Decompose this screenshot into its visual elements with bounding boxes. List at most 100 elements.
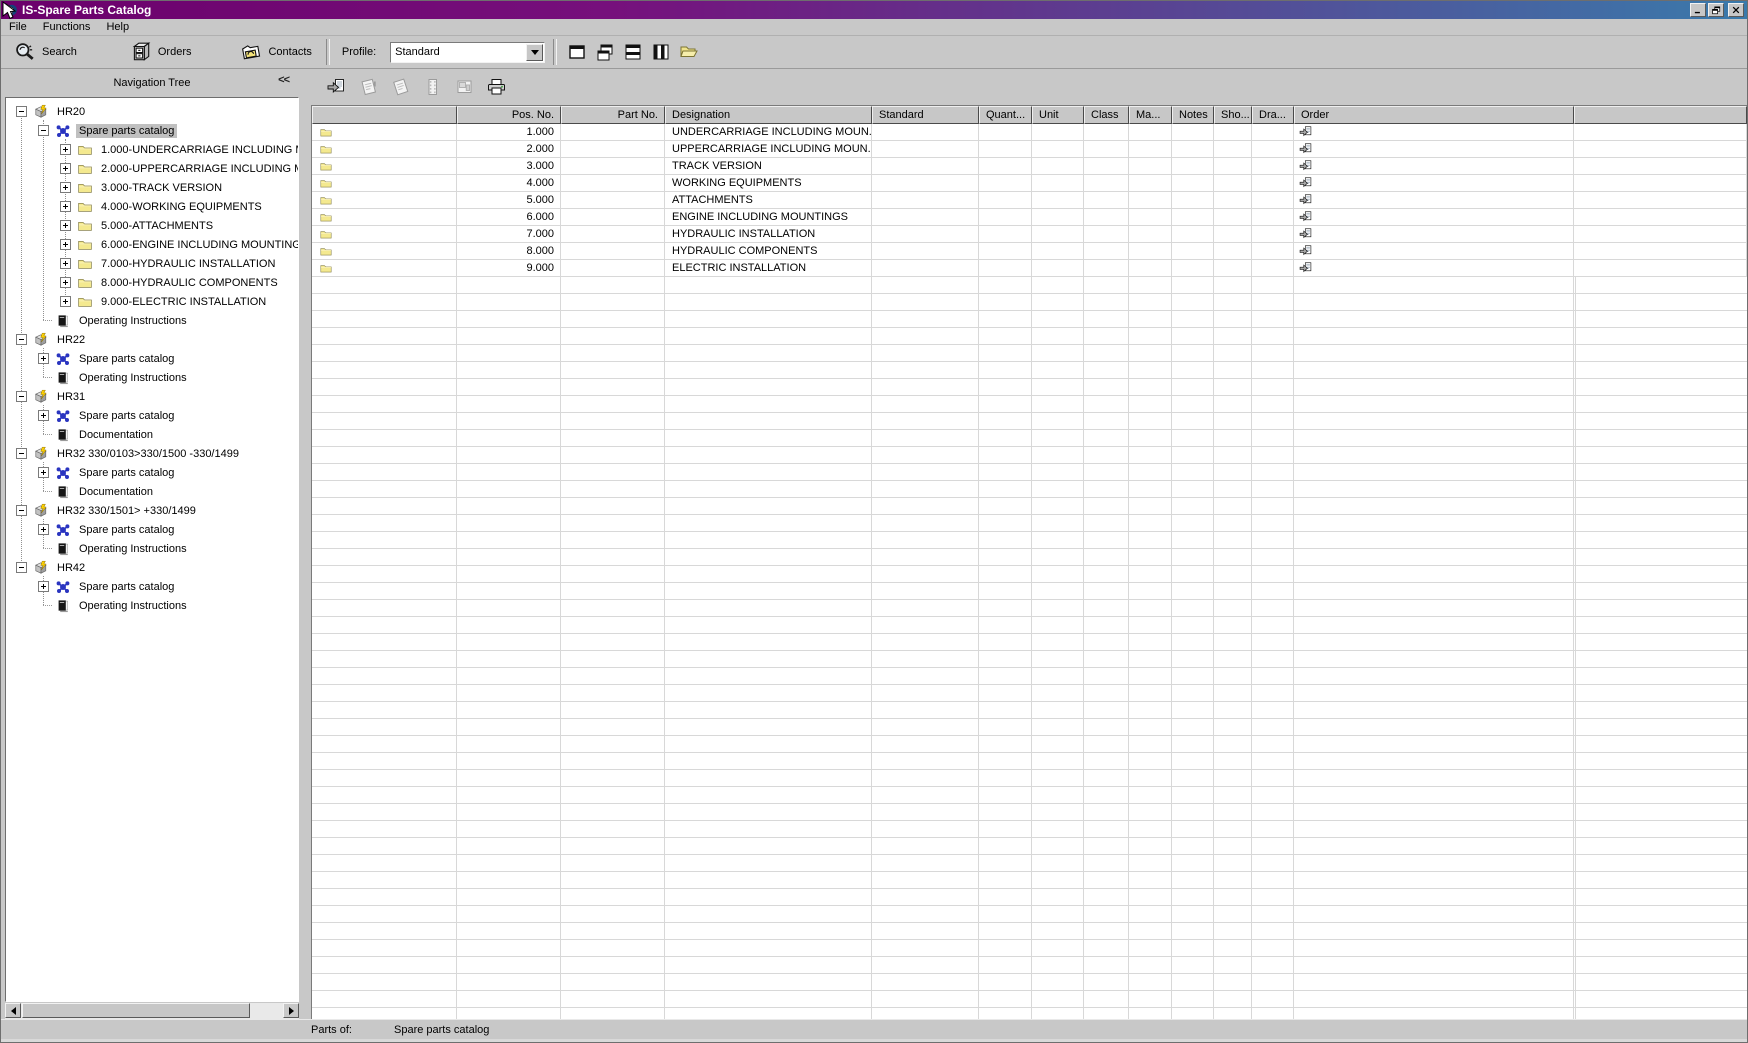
tree-node-hr22[interactable]: HR22 <box>6 330 298 349</box>
tree-node-folder[interactable]: 6.000-ENGINE INCLUDING MOUNTINGS <box>6 235 298 254</box>
tree-node-spare-parts-catalog[interactable]: Spare parts catalog <box>6 349 298 368</box>
tree-node-spare-parts-catalog[interactable]: Spare parts catalog <box>6 520 298 539</box>
tree-node-spare-parts-catalog[interactable]: Spare parts catalog <box>6 463 298 482</box>
table-row[interactable]: 1.000UNDERCARRIAGE INCLUDING MOUN... <box>312 124 1747 141</box>
tree-node-folder[interactable]: 9.000-ELECTRIC INSTALLATION <box>6 292 298 311</box>
tree-collapse-toggle[interactable] <box>16 448 27 459</box>
contacts-button[interactable]: Contacts <box>235 39 315 65</box>
column-header-ma[interactable]: Ma... <box>1129 106 1172 124</box>
print-button[interactable] <box>483 74 509 100</box>
cascade-windows-button[interactable] <box>591 39 619 65</box>
restore-button[interactable] <box>1708 3 1724 17</box>
tree-node-hr32-b[interactable]: HR32 330/1501> +330/1499 <box>6 501 298 520</box>
tree-node-documentation[interactable]: Documentation <box>6 425 298 444</box>
tree-node-hr42[interactable]: HR42 <box>6 558 298 577</box>
tree-expand-toggle[interactable] <box>38 581 49 592</box>
column-header-notes[interactable]: Notes <box>1172 106 1214 124</box>
table-row[interactable]: 3.000TRACK VERSION <box>312 158 1747 175</box>
tree-node-label[interactable]: Operating Instructions <box>76 371 190 385</box>
image-button[interactable] <box>451 74 477 100</box>
tree-node-label[interactable]: Operating Instructions <box>76 599 190 613</box>
menu-functions[interactable]: Functions <box>35 20 99 34</box>
add-to-order-icon[interactable] <box>1298 159 1314 173</box>
tree-node-hr20[interactable]: HR20 <box>6 102 298 121</box>
tree-node-label[interactable]: 1.000-UNDERCARRIAGE INCLUDING MO <box>98 143 299 157</box>
single-window-button[interactable] <box>563 39 591 65</box>
close-button[interactable] <box>1728 3 1744 17</box>
profile-select[interactable]: Standard <box>390 42 545 63</box>
split-horizontal-button[interactable] <box>619 39 647 65</box>
tree-node-hr31[interactable]: HR31 <box>6 387 298 406</box>
collapse-panel-button[interactable]: << <box>276 74 291 86</box>
tree-expand-toggle[interactable] <box>60 163 71 174</box>
tree-node-label[interactable]: HR32 330/1501> +330/1499 <box>54 504 199 518</box>
tree-node-folder[interactable]: 2.000-UPPERCARRIAGE INCLUDING MO <box>6 159 298 178</box>
tree-expand-toggle[interactable] <box>60 258 71 269</box>
tree-node-label[interactable]: 6.000-ENGINE INCLUDING MOUNTINGS <box>98 238 299 252</box>
table-row[interactable]: 8.000HYDRAULIC COMPONENTS <box>312 243 1747 260</box>
filmstrip-button[interactable] <box>419 74 445 100</box>
column-header-icon[interactable] <box>312 106 457 124</box>
search-button[interactable]: Search <box>9 39 81 65</box>
table-row[interactable]: 4.000WORKING EQUIPMENTS <box>312 175 1747 192</box>
tree-collapse-toggle[interactable] <box>38 125 49 136</box>
tree-node-label[interactable]: Operating Instructions <box>76 314 190 328</box>
add-to-order-icon[interactable] <box>1298 244 1314 258</box>
tree-node-label[interactable]: HR32 330/0103>330/1500 -330/1499 <box>54 447 242 461</box>
tree-node-operating-instructions[interactable]: Operating Instructions <box>6 539 298 558</box>
copy-document-button[interactable] <box>387 74 413 100</box>
column-header-order[interactable]: Order <box>1294 106 1574 124</box>
tree-expand-toggle[interactable] <box>38 524 49 535</box>
tree-node-folder[interactable]: 3.000-TRACK VERSION <box>6 178 298 197</box>
scrollbar-thumb[interactable] <box>22 1003 250 1018</box>
tree-expand-toggle[interactable] <box>38 467 49 478</box>
profile-dropdown-button[interactable] <box>526 44 543 61</box>
column-header-pos-no[interactable]: Pos. No. <box>457 106 561 124</box>
tree-node-hr32-a[interactable]: HR32 330/0103>330/1500 -330/1499 <box>6 444 298 463</box>
add-to-order-icon[interactable] <box>1298 227 1314 241</box>
tree-expand-toggle[interactable] <box>60 182 71 193</box>
tree-node-folder[interactable]: 7.000-HYDRAULIC INSTALLATION <box>6 254 298 273</box>
menu-file[interactable]: File <box>1 20 35 34</box>
tree-node-label[interactable]: 3.000-TRACK VERSION <box>98 181 225 195</box>
tree-node-folder[interactable]: 4.000-WORKING EQUIPMENTS <box>6 197 298 216</box>
scroll-left-button[interactable] <box>5 1003 21 1018</box>
column-header-quantity[interactable]: Quant... <box>979 106 1032 124</box>
tree-node-label[interactable]: HR31 <box>54 390 88 404</box>
tree-node-label[interactable]: 8.000-HYDRAULIC COMPONENTS <box>98 276 281 290</box>
tree-node-label[interactable]: Spare parts catalog <box>76 580 177 594</box>
add-to-order-button[interactable] <box>323 74 349 100</box>
tree-collapse-toggle[interactable] <box>16 106 27 117</box>
tree-collapse-toggle[interactable] <box>16 562 27 573</box>
column-header-standard[interactable]: Standard <box>872 106 979 124</box>
tree-node-label[interactable]: Operating Instructions <box>76 542 190 556</box>
add-to-order-icon[interactable] <box>1298 142 1314 156</box>
minimize-button[interactable] <box>1690 3 1706 17</box>
panel-splitter[interactable] <box>303 69 311 1019</box>
tree-node-label[interactable]: 4.000-WORKING EQUIPMENTS <box>98 200 265 214</box>
tree-node-label[interactable]: 9.000-ELECTRIC INSTALLATION <box>98 295 269 309</box>
orders-button[interactable]: Orders <box>125 39 196 65</box>
tree-node-label[interactable]: HR20 <box>54 105 88 119</box>
tree-node-label[interactable]: Documentation <box>76 485 156 499</box>
tree-node-operating-instructions[interactable]: Operating Instructions <box>6 596 298 615</box>
table-row[interactable]: 6.000ENGINE INCLUDING MOUNTINGS <box>312 209 1747 226</box>
tree-node-label[interactable]: Spare parts catalog <box>76 409 177 423</box>
tree-view[interactable]: HR20 Spare parts catalog 1.000-UNDERCARR… <box>5 97 299 1002</box>
column-header-sho[interactable]: Sho... <box>1214 106 1252 124</box>
tree-expand-toggle[interactable] <box>60 220 71 231</box>
notes-document-button[interactable] <box>355 74 381 100</box>
tree-node-label[interactable]: 7.000-HYDRAULIC INSTALLATION <box>98 257 278 271</box>
tree-expand-toggle[interactable] <box>38 410 49 421</box>
column-header-designation[interactable]: Designation <box>665 106 872 124</box>
table-row[interactable]: 5.000ATTACHMENTS <box>312 192 1747 209</box>
table-row[interactable]: 7.000HYDRAULIC INSTALLATION <box>312 226 1747 243</box>
table-row[interactable]: 9.000ELECTRIC INSTALLATION <box>312 260 1747 277</box>
tree-node-folder[interactable]: 5.000-ATTACHMENTS <box>6 216 298 235</box>
add-to-order-icon[interactable] <box>1298 176 1314 190</box>
add-to-order-icon[interactable] <box>1298 261 1314 275</box>
tree-horizontal-scrollbar[interactable] <box>5 1003 299 1019</box>
tree-node-label[interactable]: HR22 <box>54 333 88 347</box>
tree-node-folder[interactable]: 1.000-UNDERCARRIAGE INCLUDING MO <box>6 140 298 159</box>
tree-node-documentation[interactable]: Documentation <box>6 482 298 501</box>
